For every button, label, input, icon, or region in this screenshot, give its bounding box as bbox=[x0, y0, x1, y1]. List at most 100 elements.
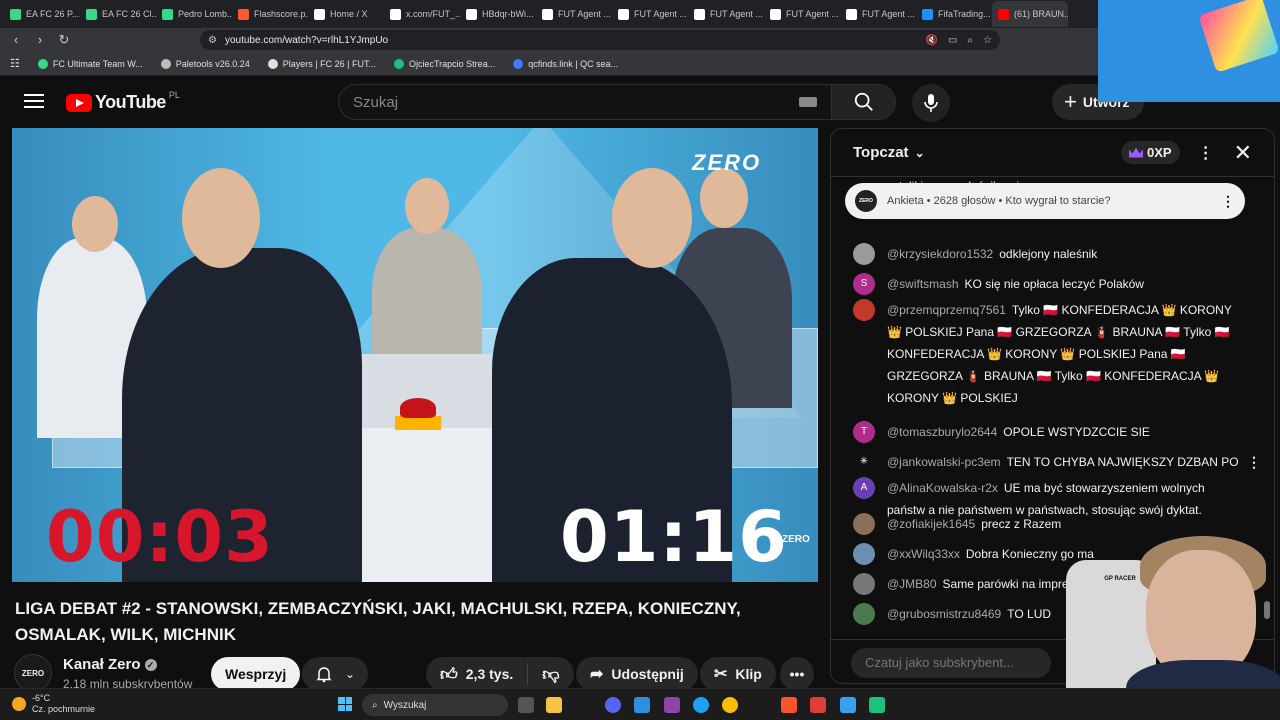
search-button[interactable] bbox=[832, 84, 896, 120]
chat-input[interactable] bbox=[851, 647, 1051, 678]
message-author[interactable]: @przemqprzemq7561 bbox=[887, 303, 1006, 317]
weather-widget[interactable]: -6°C Cz. pochmurnie bbox=[12, 693, 95, 715]
bookmark-item[interactable]: OjciecTrapcio Strea... bbox=[394, 58, 495, 69]
author-avatar[interactable] bbox=[853, 299, 875, 321]
message-more-icon[interactable]: ⋮ bbox=[1247, 451, 1261, 473]
message-author[interactable]: @zofiakijek1645 bbox=[887, 517, 975, 531]
poll-banner[interactable]: ZERO Ankieta • 2628 głosów • Kto wygrał … bbox=[845, 183, 1245, 219]
chat-message[interactable]: T @tomaszburylo2644 OPOLE WSTYDZCCIE SIE bbox=[853, 421, 1241, 443]
taskbar-search[interactable]: ⌕ Wyszukaj bbox=[362, 694, 508, 716]
chat-message[interactable]: @krzysiekdoro1532 odklejony naleśnik bbox=[853, 243, 1241, 265]
zoom-icon[interactable]: ⌕ bbox=[967, 35, 973, 46]
vivaldi-icon[interactable] bbox=[810, 697, 826, 713]
reload-icon[interactable]: ↻ bbox=[56, 32, 72, 48]
author-avatar[interactable]: T bbox=[853, 421, 875, 443]
forward-icon[interactable]: › bbox=[32, 32, 48, 48]
browser-tab[interactable]: Flashscore.p... bbox=[232, 1, 308, 27]
author-avatar[interactable] bbox=[853, 513, 875, 535]
more-actions-button[interactable]: ••• bbox=[780, 657, 814, 691]
notifications-button[interactable]: ⌄ bbox=[302, 657, 368, 691]
tab-favicon-icon bbox=[770, 8, 781, 20]
vscode-icon[interactable] bbox=[634, 697, 650, 713]
bookmark-item[interactable]: Players | FC 26 | FUT... bbox=[267, 58, 376, 69]
author-avatar[interactable]: S bbox=[853, 273, 875, 295]
xp-badge[interactable]: 0XP bbox=[1120, 141, 1180, 164]
youtube-logo[interactable]: YouTube PL bbox=[66, 90, 180, 113]
author-avatar[interactable] bbox=[853, 603, 875, 625]
channel-name[interactable]: Kanał Zero ✓ bbox=[63, 656, 157, 673]
bookmark-favicon-icon bbox=[160, 58, 171, 69]
browser-tab[interactable]: Pedro Lomb... bbox=[156, 1, 232, 27]
cast-icon[interactable]: ▭ bbox=[948, 35, 957, 46]
stream-overlay-sticker bbox=[1098, 0, 1280, 102]
dislike-button[interactable]: 👎︎ bbox=[528, 664, 573, 685]
bookmark-favicon-icon bbox=[37, 58, 48, 69]
browser-tab[interactable]: FUT Agent ... bbox=[840, 1, 916, 27]
browser-tab[interactable]: FifaTrading... bbox=[916, 1, 992, 27]
menu-icon[interactable] bbox=[24, 94, 44, 108]
close-icon[interactable]: ✕ bbox=[1234, 141, 1252, 164]
address-bar[interactable]: ⚙ youtube.com/watch?v=rlhL1YJmpUo 🔇 ▭ ⌕ … bbox=[200, 30, 1000, 50]
message-author[interactable]: @jankowalski-pc3em bbox=[887, 455, 1001, 469]
support-button[interactable]: Wesprzyj bbox=[211, 657, 301, 691]
browser-tab[interactable]: FUT Agent ... bbox=[764, 1, 840, 27]
brave-icon[interactable] bbox=[781, 697, 797, 713]
app-icon[interactable] bbox=[664, 697, 680, 713]
chrome-icon[interactable] bbox=[722, 697, 738, 713]
clip-button[interactable]: ✂ Klip bbox=[700, 657, 776, 691]
browser-tab[interactable]: x.com/FUT_... bbox=[384, 1, 460, 27]
channel-avatar[interactable]: ZERO bbox=[14, 654, 52, 692]
share-button[interactable]: ➦ Udostępnij bbox=[576, 657, 698, 691]
message-body: @swiftsmash KO się nie opłaca leczyć Pola… bbox=[887, 273, 1241, 295]
message-author[interactable]: @krzysiekdoro1532 bbox=[887, 247, 993, 261]
message-author[interactable]: @AlinaKowalska-r2x bbox=[887, 481, 998, 495]
browser-tab[interactable]: FUT Agent ... bbox=[536, 1, 612, 27]
bookmark-label: qcfinds.link | QC sea... bbox=[528, 58, 619, 69]
app-icon-2[interactable] bbox=[869, 697, 885, 713]
message-author[interactable]: @swiftsmash bbox=[887, 277, 959, 291]
video-player[interactable]: ZERO 00:03 01:16 ZERO bbox=[12, 128, 818, 582]
bookmark-item[interactable]: FC Ultimate Team W... bbox=[37, 58, 143, 69]
photos-icon[interactable] bbox=[840, 697, 856, 713]
poll-more-icon[interactable]: ⋮ bbox=[1221, 193, 1235, 210]
back-icon[interactable]: ‹ bbox=[8, 32, 24, 48]
browser-tab[interactable]: EA FC 26 Cl... bbox=[80, 1, 156, 27]
apps-icon[interactable]: ☷ bbox=[10, 57, 20, 70]
keyboard-icon[interactable] bbox=[799, 97, 817, 107]
bookmark-item[interactable]: qcfinds.link | QC sea... bbox=[513, 58, 619, 69]
browser-tab[interactable]: FUT Agent ... bbox=[688, 1, 764, 27]
bookmark-item[interactable]: Paletools v26.0.24 bbox=[160, 58, 250, 69]
browser-tab[interactable]: Home / X bbox=[308, 1, 384, 27]
author-avatar[interactable] bbox=[853, 243, 875, 265]
browser-tab[interactable]: (61) BRAUN... bbox=[992, 1, 1068, 27]
discord-icon[interactable] bbox=[605, 697, 621, 713]
author-avatar[interactable]: A bbox=[853, 477, 875, 499]
site-info-icon[interactable]: ⚙ bbox=[208, 35, 217, 46]
message-author[interactable]: @grubosmistrzu8469 bbox=[887, 607, 1001, 621]
windows-start-icon[interactable] bbox=[338, 697, 352, 711]
author-avatar[interactable] bbox=[853, 543, 875, 565]
chat-message[interactable]: ✳ @jankowalski-pc3em TEN TO CHYBA NAJWIĘKS… bbox=[853, 451, 1261, 473]
message-author[interactable]: @JMB80 bbox=[887, 577, 937, 591]
chat-message[interactable]: @przemqprzemq7561 Tylko 🇵🇱 KONFEDERACJA 👑… bbox=[853, 299, 1241, 409]
edge-icon[interactable] bbox=[693, 697, 709, 713]
browser-tab[interactable]: FUT Agent ... bbox=[612, 1, 688, 27]
author-avatar[interactable] bbox=[853, 573, 875, 595]
mute-icon[interactable]: 🔇 bbox=[926, 35, 938, 46]
tab-favicon-icon bbox=[390, 8, 401, 20]
chat-message[interactable]: S @swiftsmash KO się nie opłaca leczyć Pol… bbox=[853, 273, 1241, 295]
temperature: -6°C bbox=[32, 693, 51, 703]
author-avatar[interactable]: ✳ bbox=[853, 451, 875, 473]
chat-mode-dropdown[interactable]: Topczat ⌄ bbox=[853, 144, 925, 161]
chat-more-icon[interactable]: ⋮ bbox=[1198, 143, 1214, 163]
browser-tab[interactable]: HBdqr-bWi... bbox=[460, 1, 536, 27]
like-button[interactable]: 👍︎ 2,3 tys. bbox=[426, 663, 529, 685]
message-author[interactable]: @xxWilq33xx bbox=[887, 547, 960, 561]
star-icon[interactable]: ☆ bbox=[983, 35, 992, 46]
search-input[interactable]: Szukaj bbox=[338, 84, 832, 120]
message-author[interactable]: @tomaszburylo2644 bbox=[887, 425, 997, 439]
task-view-icon[interactable] bbox=[518, 697, 534, 713]
voice-search-button[interactable] bbox=[912, 84, 950, 122]
file-explorer-icon[interactable] bbox=[546, 697, 562, 713]
browser-tab[interactable]: EA FC 26 P... bbox=[4, 1, 80, 27]
